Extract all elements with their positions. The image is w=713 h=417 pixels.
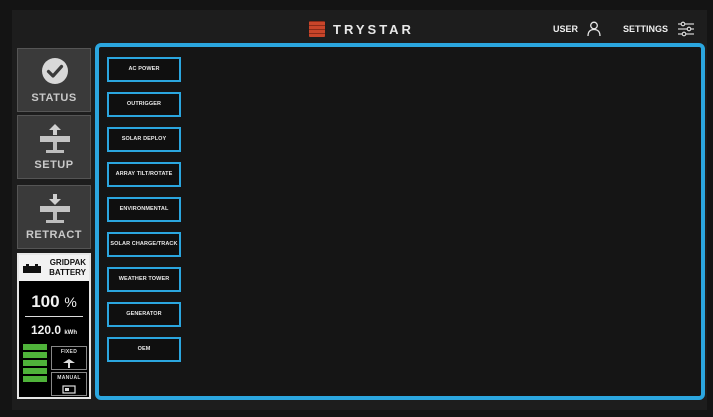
brand-name: TRYSTAR: [333, 21, 414, 37]
battery-percent-unit: %: [64, 294, 77, 310]
battery-energy-value: 120.0: [30, 323, 61, 337]
action-button-ac-power[interactable]: AC POWER: [107, 57, 181, 82]
trystar-logo-icon: [309, 21, 325, 37]
battery-percent: 100 %: [19, 292, 89, 312]
sidebar-item-label: STATUS: [31, 92, 77, 104]
sidebar-item-setup[interactable]: SETUP: [17, 115, 91, 179]
battery-level-bar: [23, 344, 47, 350]
battery-title: GRIDPAK BATTERY: [44, 258, 86, 278]
action-button-outrigger[interactable]: OUTRIGGER: [107, 92, 181, 117]
array-retract-icon: [40, 194, 70, 223]
fixed-mount-icon: [63, 359, 75, 368]
sidebar-item-label: SETUP: [34, 159, 74, 171]
action-button-generator[interactable]: GENERATOR: [107, 302, 181, 327]
battery-percent-value: 100: [31, 292, 60, 311]
check-circle-icon: [42, 58, 68, 84]
settings-label[interactable]: SETTINGS: [623, 24, 668, 34]
battery-level-bar: [23, 352, 47, 358]
sidebar-item-label: RETRACT: [25, 229, 83, 241]
battery-energy: 120.0 kWh: [19, 323, 89, 337]
mode-manual-button[interactable]: MANUAL: [51, 372, 87, 396]
battery-title-line2: BATTERY: [49, 268, 86, 277]
mode-fixed-button[interactable]: FIXED: [51, 346, 87, 370]
brand: TRYSTAR: [309, 20, 414, 38]
battery-energy-unit: kWh: [64, 330, 78, 336]
manual-control-icon: [62, 385, 76, 394]
action-button-solar-deploy[interactable]: SOLAR DEPLOY: [107, 127, 181, 152]
divider: [25, 316, 83, 317]
action-button-array-tilt-rotate[interactable]: ARRAY TILT/ROTATE: [107, 162, 181, 187]
user-label[interactable]: USER: [553, 24, 578, 34]
action-button-solar-charge-track[interactable]: SOLAR CHARGE/TRACK: [107, 232, 181, 257]
battery-title-line1: GRIDPAK: [49, 258, 86, 267]
battery-status-card: GRIDPAK BATTERY 100 % 120.0 kWh FIXED MA…: [17, 253, 91, 399]
sidebar-item-retract[interactable]: RETRACT: [17, 185, 91, 249]
mode-manual-label: MANUAL: [57, 375, 81, 381]
battery-level-bars: [23, 344, 47, 384]
sliders-icon[interactable]: [677, 21, 695, 37]
action-button-list: AC POWER OUTRIGGER SOLAR DEPLOY ARRAY TILT/…: [107, 57, 181, 372]
battery-level-bar: [23, 360, 47, 366]
array-deploy-icon: [40, 124, 70, 153]
battery-level-bar: [23, 368, 47, 374]
main-panel: AC POWER OUTRIGGER SOLAR DEPLOY ARRAY TILT/…: [95, 43, 705, 400]
app-screen: TRYSTAR USER SETTINGS STATUS SETUP RETRA…: [12, 10, 707, 410]
battery-level-bar: [23, 376, 47, 382]
battery-icon: [23, 264, 41, 273]
action-button-weather-tower[interactable]: WEATHER TOWER: [107, 267, 181, 292]
mode-fixed-label: FIXED: [60, 349, 78, 355]
sidebar-item-status[interactable]: STATUS: [17, 48, 91, 112]
battery-header: GRIDPAK BATTERY: [19, 255, 89, 281]
action-button-oem[interactable]: OEM: [107, 337, 181, 362]
user-icon[interactable]: [587, 21, 601, 37]
action-button-environmental[interactable]: ENVIRONMENTAL: [107, 197, 181, 222]
